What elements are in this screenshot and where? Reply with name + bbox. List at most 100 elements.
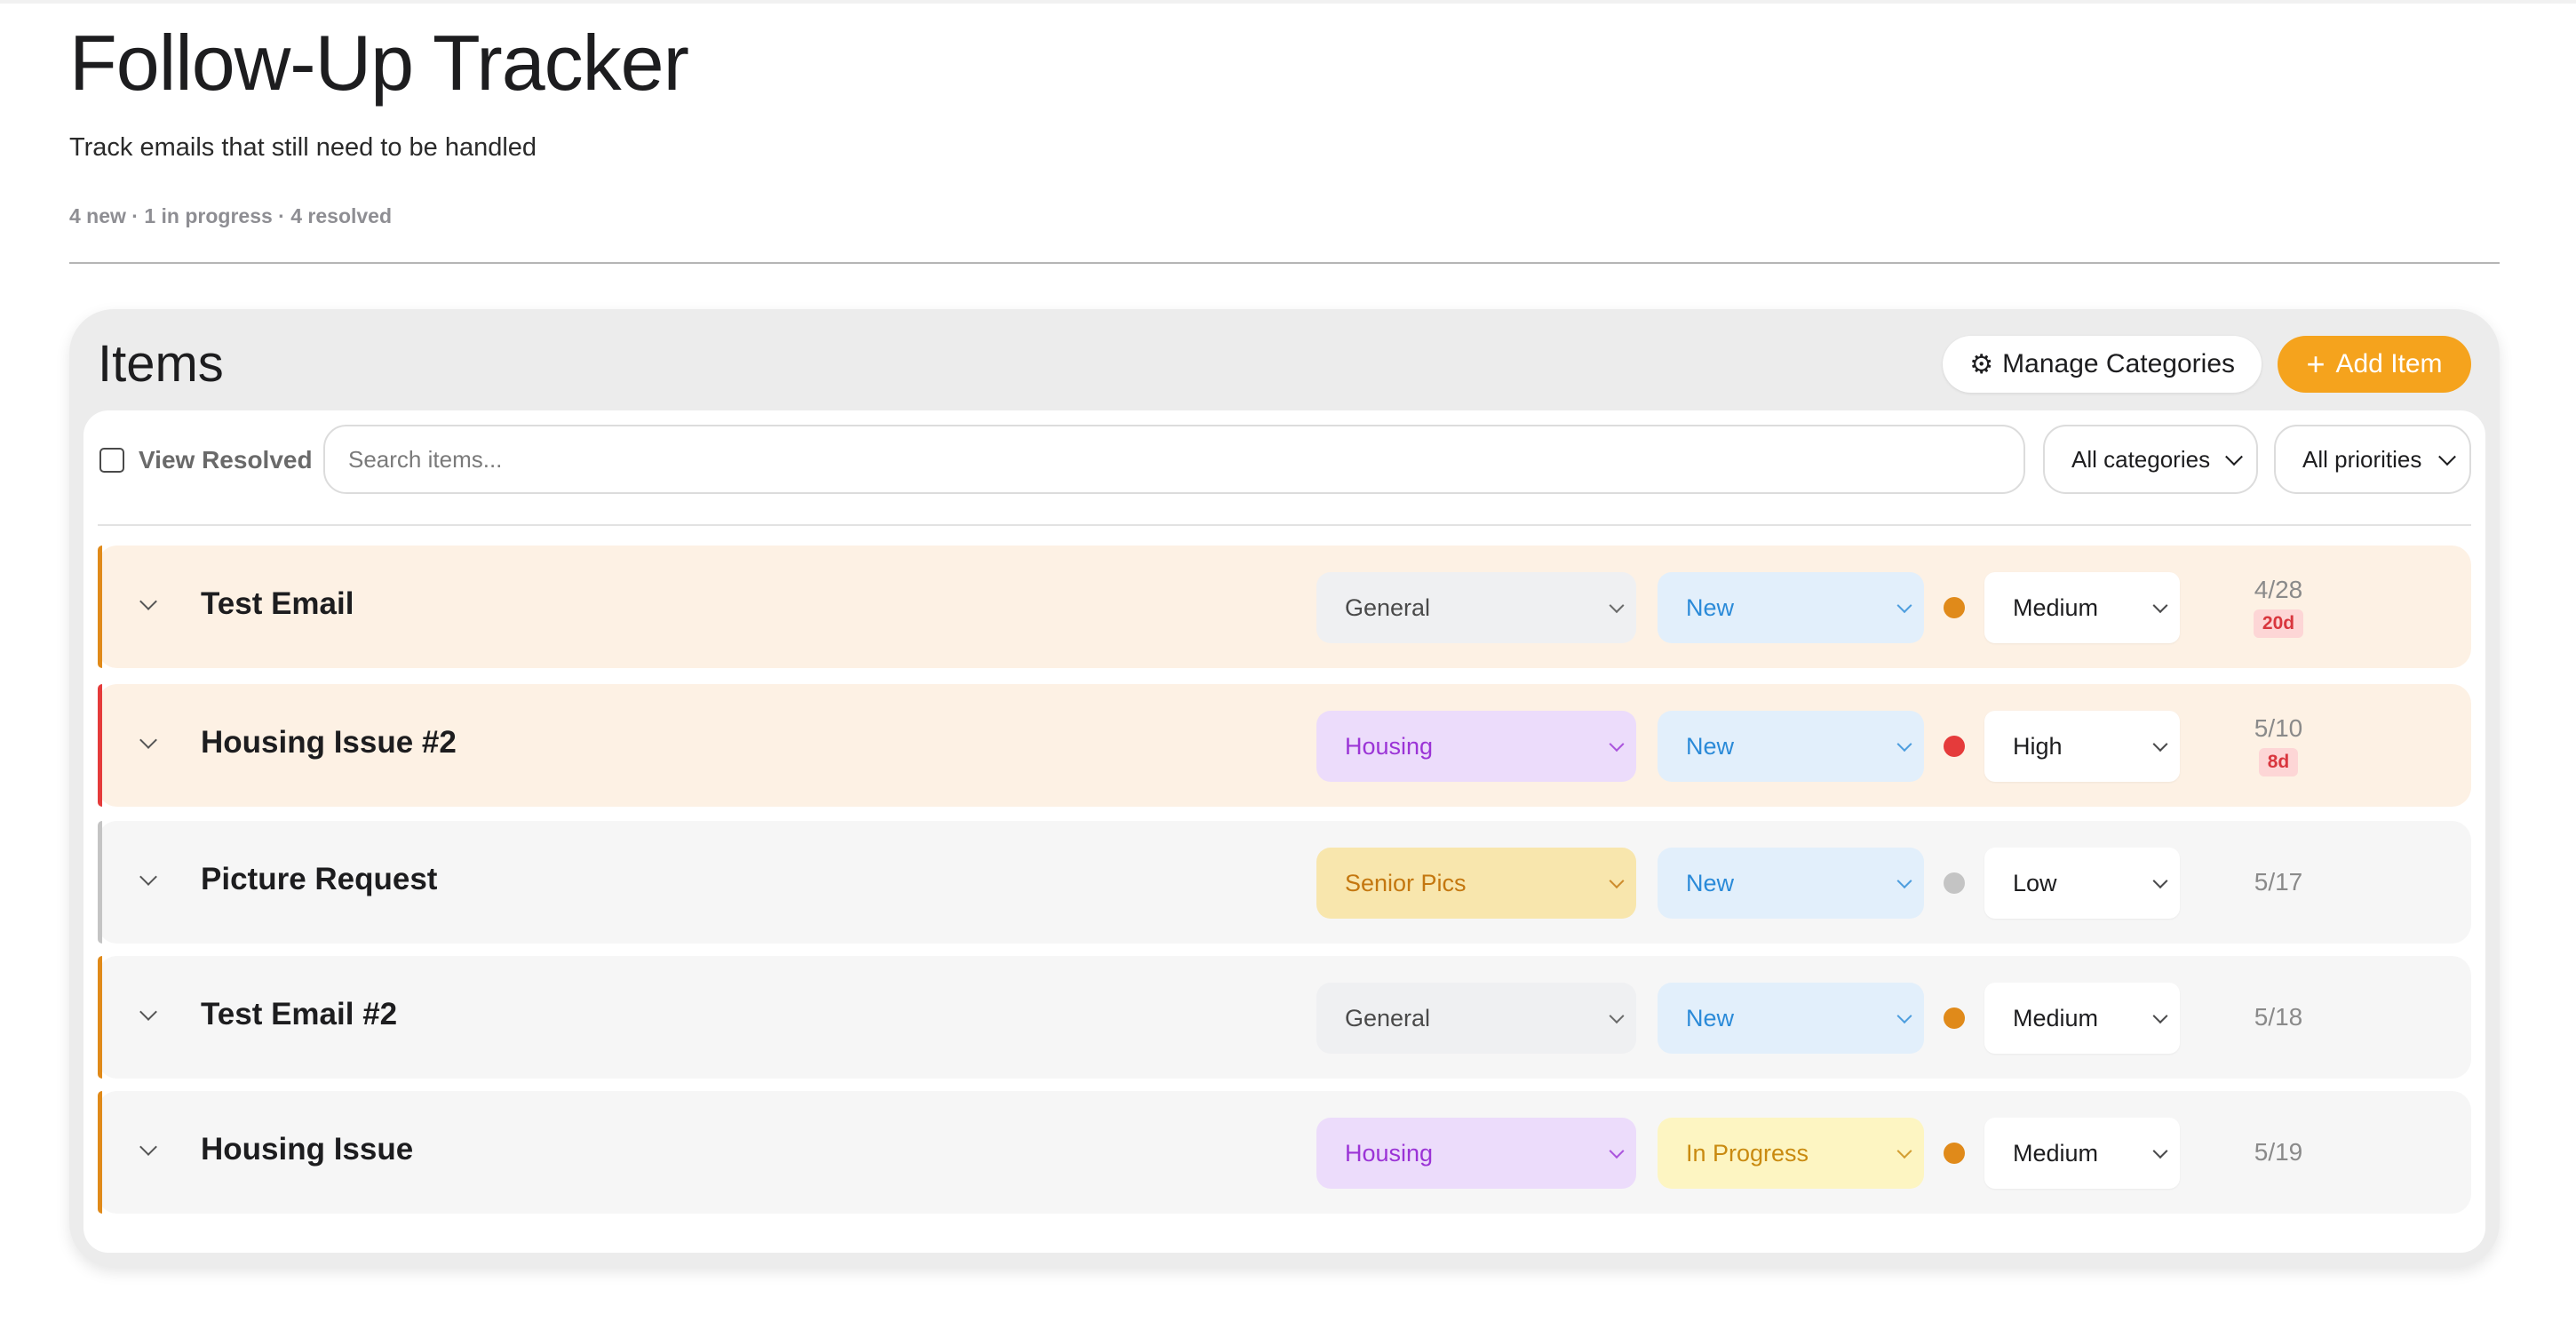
priority-accent-bar (98, 1091, 102, 1214)
manage-categories-button[interactable]: ⚙ Manage Categories (1943, 336, 2262, 393)
item-category-select[interactable]: General (1316, 572, 1636, 643)
item-category-select[interactable]: Housing (1316, 1118, 1636, 1189)
priority-dot (1944, 1143, 1965, 1164)
overdue-badge: 8d (2258, 748, 2299, 776)
priority-accent-bar (98, 956, 102, 1079)
chevron-down-icon (1609, 1008, 1625, 1024)
category-filter-select[interactable]: All categories (2043, 425, 2258, 494)
chevron-down-icon (2225, 448, 2243, 466)
item-priority-select[interactable]: Medium (1984, 572, 2180, 643)
status-summary: 4 new · 1 in progress · 4 resolved (69, 204, 393, 227)
manage-categories-label: Manage Categories (2002, 349, 2235, 378)
chevron-down-icon (2152, 598, 2168, 614)
chevron-down-icon (1609, 598, 1625, 614)
item-status-select[interactable]: In Progress (1658, 1118, 1924, 1189)
priority-filter-value: All priorities (2302, 445, 2422, 473)
header-divider (69, 262, 2500, 264)
item-category-value: Senior Pics (1345, 869, 1467, 896)
item-row[interactable]: Picture Request Senior Pics New Low 5/17 (98, 821, 2471, 944)
item-category-value: Housing (1345, 732, 1434, 760)
item-category-select[interactable]: General (1316, 983, 1636, 1054)
view-resolved-toggle[interactable]: View Resolved (99, 435, 313, 485)
item-category-value: Housing (1345, 1139, 1434, 1167)
chevron-down-icon (1896, 598, 1912, 614)
overdue-badge: 20d (2253, 609, 2304, 638)
top-border (0, 0, 2576, 4)
item-category-value: General (1345, 593, 1431, 621)
page-subtitle: Track emails that still need to be handl… (69, 133, 537, 162)
priority-accent-bar (98, 684, 102, 807)
chevron-down-icon[interactable] (139, 1003, 157, 1021)
priority-dot (1944, 736, 1965, 757)
item-priority-select[interactable]: Medium (1984, 983, 2180, 1054)
item-row[interactable]: Test Email #2 General New Medium 5/18 (98, 956, 2471, 1079)
item-category-select[interactable]: Senior Pics (1316, 848, 1636, 919)
item-row[interactable]: Housing Issue Housing In Progress Medium… (98, 1091, 2471, 1214)
item-status-select[interactable]: New (1658, 848, 1924, 919)
gear-icon: ⚙ (1969, 349, 1994, 379)
item-title: Test Email (201, 586, 354, 621)
item-date-block: 5/19 (2221, 1091, 2336, 1214)
item-category-select[interactable]: Housing (1316, 711, 1636, 782)
chevron-down-icon (2152, 737, 2168, 753)
list-divider (98, 524, 2471, 526)
view-resolved-label: View Resolved (139, 446, 313, 474)
chevron-down-icon (1609, 873, 1625, 889)
item-priority-select[interactable]: Low (1984, 848, 2180, 919)
chevron-down-icon[interactable] (139, 731, 157, 749)
item-status-select[interactable]: New (1658, 983, 1924, 1054)
item-row[interactable]: Housing Issue #2 Housing New High 5/10 8… (98, 684, 2471, 807)
item-priority-value: Medium (2013, 593, 2099, 621)
item-status-value: New (1686, 869, 1735, 896)
item-date: 5/10 (2254, 714, 2303, 742)
item-title: Test Email #2 (201, 997, 398, 1031)
item-date: 5/19 (2254, 1138, 2303, 1166)
add-item-label: Add Item (2335, 349, 2443, 378)
page-title: Follow-Up Tracker (69, 19, 689, 107)
item-priority-value: Low (2013, 869, 2057, 896)
chevron-down-icon[interactable] (139, 868, 157, 886)
chevron-down-icon (1896, 737, 1912, 753)
chevron-down-icon (2152, 873, 2168, 889)
item-category-value: General (1345, 1004, 1431, 1031)
view-resolved-checkbox[interactable] (99, 448, 124, 473)
items-list-container: View Resolved All categories All priorit… (83, 410, 2485, 1253)
plus-icon: + (2306, 346, 2326, 382)
item-date-block: 5/10 8d (2221, 684, 2336, 807)
item-title: Picture Request (201, 862, 438, 896)
chevron-down-icon (1896, 1008, 1912, 1024)
category-filter-value: All categories (2071, 445, 2211, 473)
search-input[interactable] (323, 425, 2025, 494)
item-status-value: New (1686, 593, 1735, 621)
item-status-select[interactable]: New (1658, 572, 1924, 643)
item-priority-value: High (2013, 732, 2063, 760)
item-date: 5/17 (2254, 868, 2303, 896)
priority-accent-bar (98, 821, 102, 944)
item-status-select[interactable]: New (1658, 711, 1924, 782)
priority-dot (1944, 872, 1965, 894)
panel-title: Items (98, 335, 224, 393)
item-status-value: New (1686, 1004, 1735, 1031)
chevron-down-icon (2438, 448, 2456, 466)
chevron-down-icon (1896, 1143, 1912, 1159)
item-title: Housing Issue #2 (201, 725, 457, 760)
chevron-down-icon[interactable] (139, 1138, 157, 1156)
chevron-down-icon[interactable] (139, 593, 157, 610)
add-item-button[interactable]: + Add Item (2278, 336, 2471, 393)
item-row[interactable]: Test Email General New Medium 4/28 20d (98, 546, 2471, 668)
item-priority-select[interactable]: Medium (1984, 1118, 2180, 1189)
priority-dot (1944, 597, 1965, 618)
item-date-block: 5/17 (2221, 821, 2336, 944)
item-title: Housing Issue (201, 1132, 414, 1167)
priority-accent-bar (98, 546, 102, 668)
item-date: 4/28 (2254, 576, 2303, 603)
item-status-value: New (1686, 732, 1735, 760)
item-date-block: 5/18 (2221, 956, 2336, 1079)
item-priority-value: Medium (2013, 1004, 2099, 1031)
chevron-down-icon (1896, 873, 1912, 889)
item-priority-select[interactable]: High (1984, 711, 2180, 782)
item-date: 5/18 (2254, 1003, 2303, 1031)
priority-filter-select[interactable]: All priorities (2274, 425, 2471, 494)
item-date-block: 4/28 20d (2221, 546, 2336, 668)
chevron-down-icon (1609, 1143, 1625, 1159)
